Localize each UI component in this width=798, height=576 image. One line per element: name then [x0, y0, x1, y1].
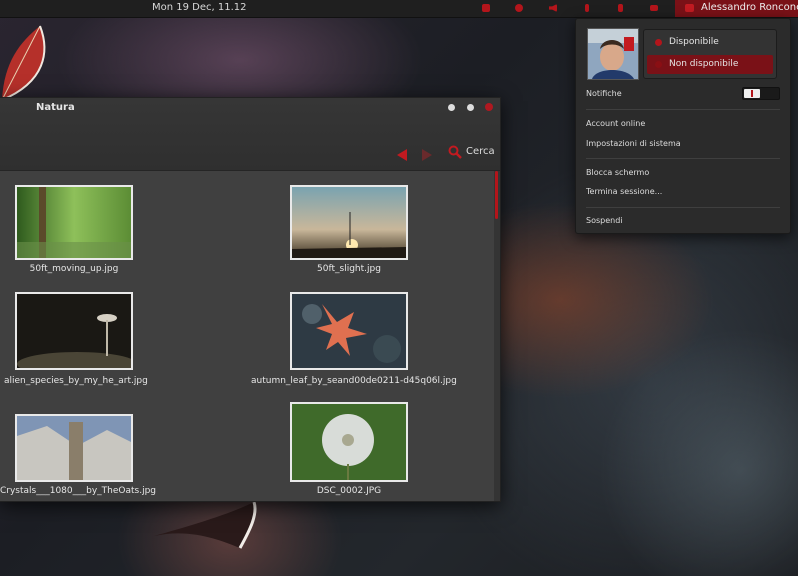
- menu-item-suspend[interactable]: Sospendi: [586, 216, 623, 225]
- back-button[interactable]: [395, 146, 409, 161]
- file-name: alien_species_by_my_he_art.jpg: [4, 376, 148, 386]
- window-titlebar[interactable]: Natura Cerca: [0, 98, 500, 171]
- file-thumbnail: [15, 414, 133, 482]
- menu-separator: [586, 109, 780, 110]
- file-manager-window: Natura Cerca 50ft_moving_up.jpg 50ft_sli…: [0, 97, 501, 502]
- file-grid: 50ft_moving_up.jpg 50ft_slight.jpg alien…: [0, 171, 494, 501]
- maximize-button[interactable]: [467, 104, 474, 111]
- status-dot-icon: [655, 61, 662, 68]
- menu-item-logout[interactable]: Termina sessione...: [586, 187, 662, 196]
- user-status-icon: [685, 4, 694, 12]
- menu-separator: [586, 158, 780, 159]
- file-name: autumn_leaf_by_seand00de0211-d45q06l.jpg: [251, 376, 457, 386]
- wallpaper-leaf-bottom: [154, 501, 257, 549]
- status-available[interactable]: Disponibile: [647, 33, 773, 52]
- search-icon: [448, 145, 462, 159]
- avatar: [587, 28, 639, 80]
- menu-separator: [586, 207, 780, 208]
- menu-item-online-accounts[interactable]: Account online: [586, 119, 645, 128]
- status-unavailable-label: Non disponibile: [669, 59, 739, 69]
- clock-icon[interactable]: [513, 2, 525, 14]
- file-name: Crystals___1080___by_TheOats.jpg: [0, 486, 157, 496]
- file-thumbnail: [290, 185, 408, 260]
- mail-icon[interactable]: [648, 2, 660, 14]
- wallpaper-leaf-top: [1, 25, 46, 101]
- scrollbar[interactable]: [494, 171, 500, 501]
- menu-item-system-settings[interactable]: Impostazioni di sistema: [586, 139, 681, 148]
- user-name: Alessandro Roncone: [701, 2, 798, 13]
- file-name: 50ft_slight.jpg: [317, 264, 381, 274]
- status-available-label: Disponibile: [669, 37, 719, 47]
- file-thumbnail: [290, 402, 408, 482]
- notifications-toggle[interactable]: [742, 87, 780, 100]
- notifications-label: Notifiche: [586, 89, 622, 98]
- forward-button[interactable]: [420, 146, 434, 161]
- scrollbar-thumb[interactable]: [495, 171, 498, 219]
- volume-icon[interactable]: [547, 2, 559, 14]
- status-selector: Disponibile Non disponibile: [643, 29, 777, 79]
- file-thumbnail: [15, 292, 133, 370]
- toggle-knob: [744, 89, 760, 98]
- arrow-right-icon: [422, 149, 432, 161]
- menu-item-lock-screen[interactable]: Blocca schermo: [586, 168, 649, 177]
- clock[interactable]: Mon 19 Dec, 11.12: [152, 2, 247, 13]
- minimize-button[interactable]: [448, 104, 455, 111]
- search-label: Cerca: [466, 146, 495, 157]
- file-name: 50ft_moving_up.jpg: [29, 264, 119, 274]
- network-icon[interactable]: [614, 2, 626, 14]
- window-title: Natura: [36, 102, 75, 113]
- file-thumbnail: [15, 185, 133, 260]
- top-panel: Mon 19 Dec, 11.12 Alessandro Roncone: [0, 0, 798, 18]
- status-unavailable[interactable]: Non disponibile: [647, 55, 773, 74]
- user-menu-button[interactable]: Alessandro Roncone: [675, 0, 798, 17]
- file-thumbnail: [290, 292, 408, 370]
- search-button[interactable]: Cerca: [448, 145, 495, 162]
- file-name: DSC_0002.JPG: [316, 486, 382, 496]
- user-menu-popup: Disponibile Non disponibile Notifiche Ac…: [575, 18, 791, 234]
- bluetooth-icon[interactable]: [581, 2, 593, 14]
- arrow-left-icon: [397, 149, 407, 161]
- folder-icon[interactable]: [480, 2, 492, 14]
- status-dot-icon: [655, 39, 662, 46]
- close-button[interactable]: [485, 103, 493, 111]
